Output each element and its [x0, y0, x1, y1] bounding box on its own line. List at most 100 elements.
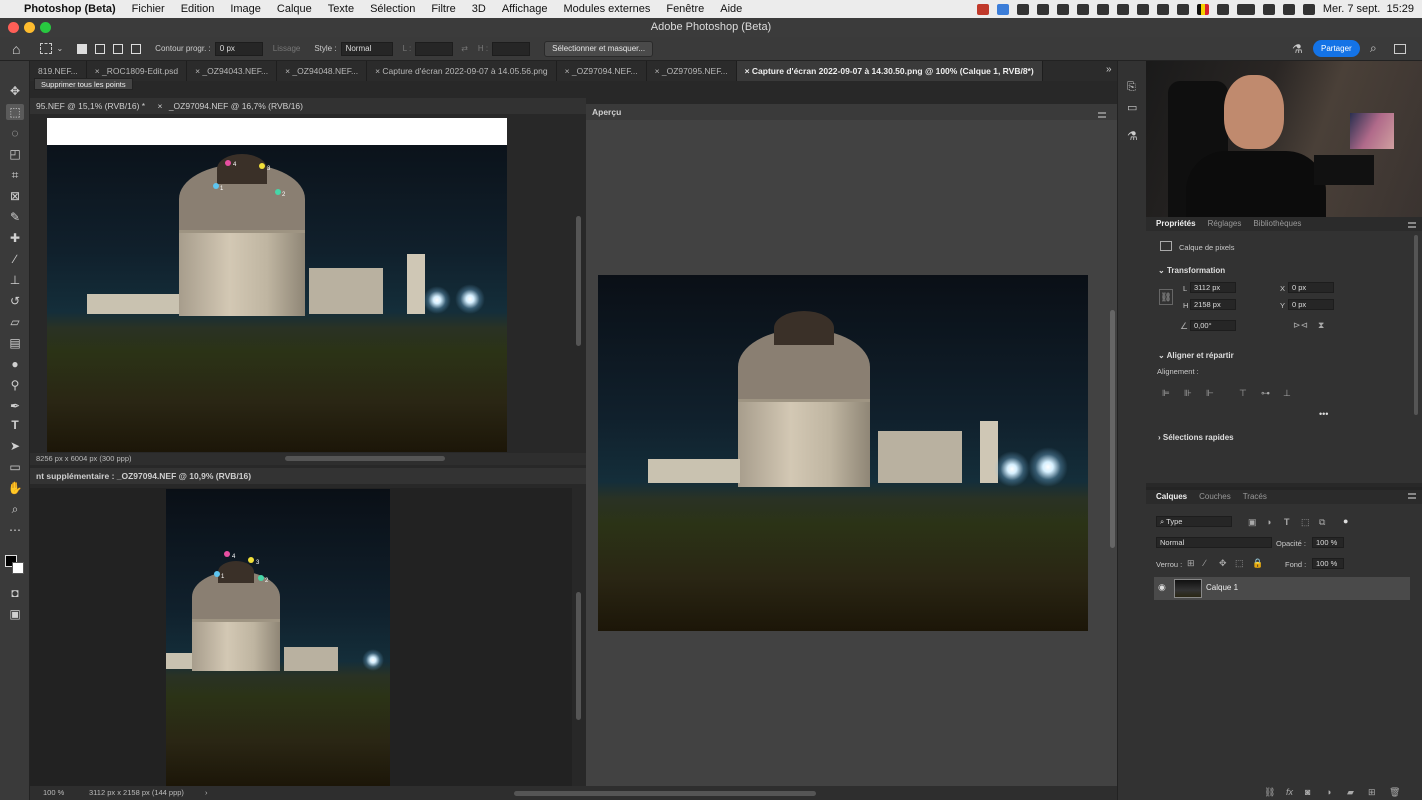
align-top-icon[interactable]: ⊤ — [1239, 388, 1247, 399]
transform-section[interactable]: ⌄ Transformation — [1158, 266, 1225, 275]
minimize-window-button[interactable] — [24, 22, 35, 33]
workspace-icon[interactable] — [1394, 43, 1406, 54]
menu-edition[interactable]: Edition — [173, 3, 223, 15]
status-icon[interactable] — [1136, 3, 1149, 15]
menubar-clock[interactable]: Mer. 7 sept. 15:29 — [1323, 3, 1414, 15]
tab-document[interactable]: × _OZ94043.NEF... — [187, 61, 278, 81]
status-icon[interactable] — [1016, 3, 1029, 15]
point-marker-1[interactable] — [213, 183, 219, 189]
scrollbar-horizontal[interactable] — [514, 791, 816, 796]
lock-artboard-icon[interactable]: ⬚ — [1235, 558, 1244, 569]
chevron-down-icon[interactable]: ⌄ — [56, 44, 63, 53]
filter-shape-icon[interactable]: ⬚ — [1301, 517, 1310, 528]
lasso-tool-icon[interactable]: ◌ — [6, 125, 24, 141]
close-icon[interactable]: × — [157, 101, 162, 111]
height-field[interactable] — [492, 41, 531, 56]
gradient-tool-icon[interactable]: ▤ — [6, 335, 24, 351]
tab-document[interactable]: × _OZ94048.NEF... — [277, 61, 368, 81]
align-section[interactable]: ⌄ Aligner et répartir — [1158, 351, 1234, 360]
swap-icon[interactable]: ⇄ — [461, 44, 468, 53]
menu-fenetre[interactable]: Fenêtre — [658, 3, 712, 15]
status-icon[interactable] — [1036, 3, 1049, 15]
flask-icon[interactable]: ⚗ — [1292, 42, 1303, 56]
eyedropper-icon[interactable]: ✎ — [6, 209, 24, 225]
close-icon[interactable]: × — [565, 66, 572, 76]
width-field[interactable] — [415, 41, 454, 56]
more-tools-icon[interactable]: ⋯ — [6, 522, 24, 538]
layer-kind-filter[interactable]: ⌕ Type — [1156, 516, 1232, 527]
history-icon[interactable]: ⎘ — [1127, 81, 1136, 94]
filter-smart-icon[interactable]: ⧉ — [1319, 517, 1325, 528]
blend-mode-select[interactable]: Normal — [1156, 537, 1272, 548]
close-icon[interactable]: × — [95, 66, 102, 76]
filter-toggle-icon[interactable]: ● — [1343, 516, 1348, 526]
scrollbar-vertical[interactable] — [1414, 235, 1418, 415]
move-tool-icon[interactable]: ✥ — [6, 83, 24, 99]
link-layers-icon[interactable]: ⛓ — [1264, 787, 1275, 798]
preview-image[interactable] — [598, 275, 1088, 631]
trash-icon[interactable]: 🗑 — [1389, 787, 1400, 798]
menu-calque[interactable]: Calque — [269, 3, 320, 15]
status-icon[interactable] — [1156, 3, 1169, 15]
scrollbar-vertical[interactable] — [576, 592, 581, 720]
filter-adjust-icon[interactable]: ◑ — [1266, 517, 1271, 527]
panel-menu-icon[interactable] — [1098, 112, 1106, 118]
background-color-swatch[interactable] — [12, 562, 24, 574]
point-marker-3[interactable] — [248, 557, 254, 563]
chevron-right-icon[interactable]: › — [205, 786, 208, 800]
tab-document[interactable]: × Capture d'écran 2022-09-07 à 14.05.56.… — [367, 61, 557, 81]
eraser-tool-icon[interactable]: ▱ — [6, 314, 24, 330]
panel-menu-icon[interactable] — [1408, 222, 1416, 228]
select-and-mask-button[interactable]: Sélectionner et masquer... — [544, 40, 654, 57]
menu-selection[interactable]: Sélection — [362, 3, 423, 15]
type-tool-icon[interactable]: T — [6, 417, 24, 433]
menu-affichage[interactable]: Affichage — [494, 3, 556, 15]
point-marker-2[interactable] — [258, 575, 264, 581]
frame-tool-icon[interactable]: ⊠ — [6, 188, 24, 204]
layer-name[interactable]: Calque 1 — [1206, 583, 1238, 592]
point-marker-1[interactable] — [214, 571, 220, 577]
pane-tab[interactable]: 95.NEF @ 15,1% (RVB/16) * — [36, 101, 145, 111]
zoom-level[interactable]: 100 % — [43, 786, 64, 800]
status-icon[interactable] — [1076, 3, 1089, 15]
tab-document-active[interactable]: × Capture d'écran 2022-09-07 à 14.30.50.… — [736, 61, 1043, 81]
marquee-tool-icon[interactable]: ⬚ — [6, 104, 24, 120]
lock-transparent-icon[interactable]: ⊞ — [1187, 558, 1195, 569]
flip-horizontal-icon[interactable]: ⊳⊲ — [1293, 320, 1308, 331]
align-center-icon[interactable]: ⊪ — [1184, 388, 1192, 399]
search-icon[interactable] — [1282, 3, 1295, 15]
align-left-icon[interactable]: ⊫ — [1162, 388, 1170, 399]
status-icon[interactable] — [1176, 3, 1189, 15]
more-icon[interactable]: ••• — [1319, 409, 1328, 419]
contour-field[interactable]: 0 px — [214, 41, 263, 56]
brush-tool-icon[interactable]: ∕ — [6, 251, 24, 267]
height-input[interactable]: 2158 px — [1190, 299, 1236, 310]
comments-icon[interactable]: ▭ — [1127, 101, 1137, 114]
add-mask-icon[interactable]: ◙ — [1305, 787, 1310, 797]
x-input[interactable]: 0 px — [1288, 282, 1334, 293]
object-select-icon[interactable]: ◰ — [6, 146, 24, 162]
lock-paint-icon[interactable]: ∕ — [1204, 558, 1206, 568]
link-icon[interactable]: ⛓ — [1159, 289, 1173, 305]
bluetooth-icon[interactable] — [1216, 3, 1229, 15]
panel-menu-icon[interactable] — [1408, 493, 1416, 499]
crop-tool-icon[interactable]: ⌗ — [6, 167, 24, 183]
status-icon[interactable] — [976, 3, 989, 15]
stamp-tool-icon[interactable]: ⊥ — [6, 272, 24, 288]
subtract-selection-icon[interactable] — [113, 43, 124, 54]
menu-image[interactable]: Image — [222, 3, 269, 15]
lissage-checkbox[interactable]: Lissage — [273, 44, 301, 53]
tab-couches[interactable]: Couches — [1199, 490, 1231, 504]
align-right-icon[interactable]: ⊩ — [1206, 388, 1214, 399]
new-layer-icon[interactable]: ⊞ — [1368, 787, 1376, 798]
menu-texte[interactable]: Texte — [320, 3, 362, 15]
point-marker-4[interactable] — [224, 551, 230, 557]
tab-traces[interactable]: Tracés — [1243, 490, 1267, 504]
tab-document[interactable]: × _OZ97094.NEF... — [557, 61, 647, 81]
filter-pixel-icon[interactable]: ▣ — [1248, 517, 1257, 528]
home-icon[interactable]: ⌂ — [12, 41, 20, 57]
chevron-right-icon[interactable]: » — [1106, 64, 1112, 75]
fx-icon[interactable]: fx — [1286, 787, 1293, 797]
tab-bibliotheques[interactable]: Bibliothèques — [1253, 217, 1301, 231]
angle-input[interactable]: 0,00° — [1190, 320, 1236, 331]
